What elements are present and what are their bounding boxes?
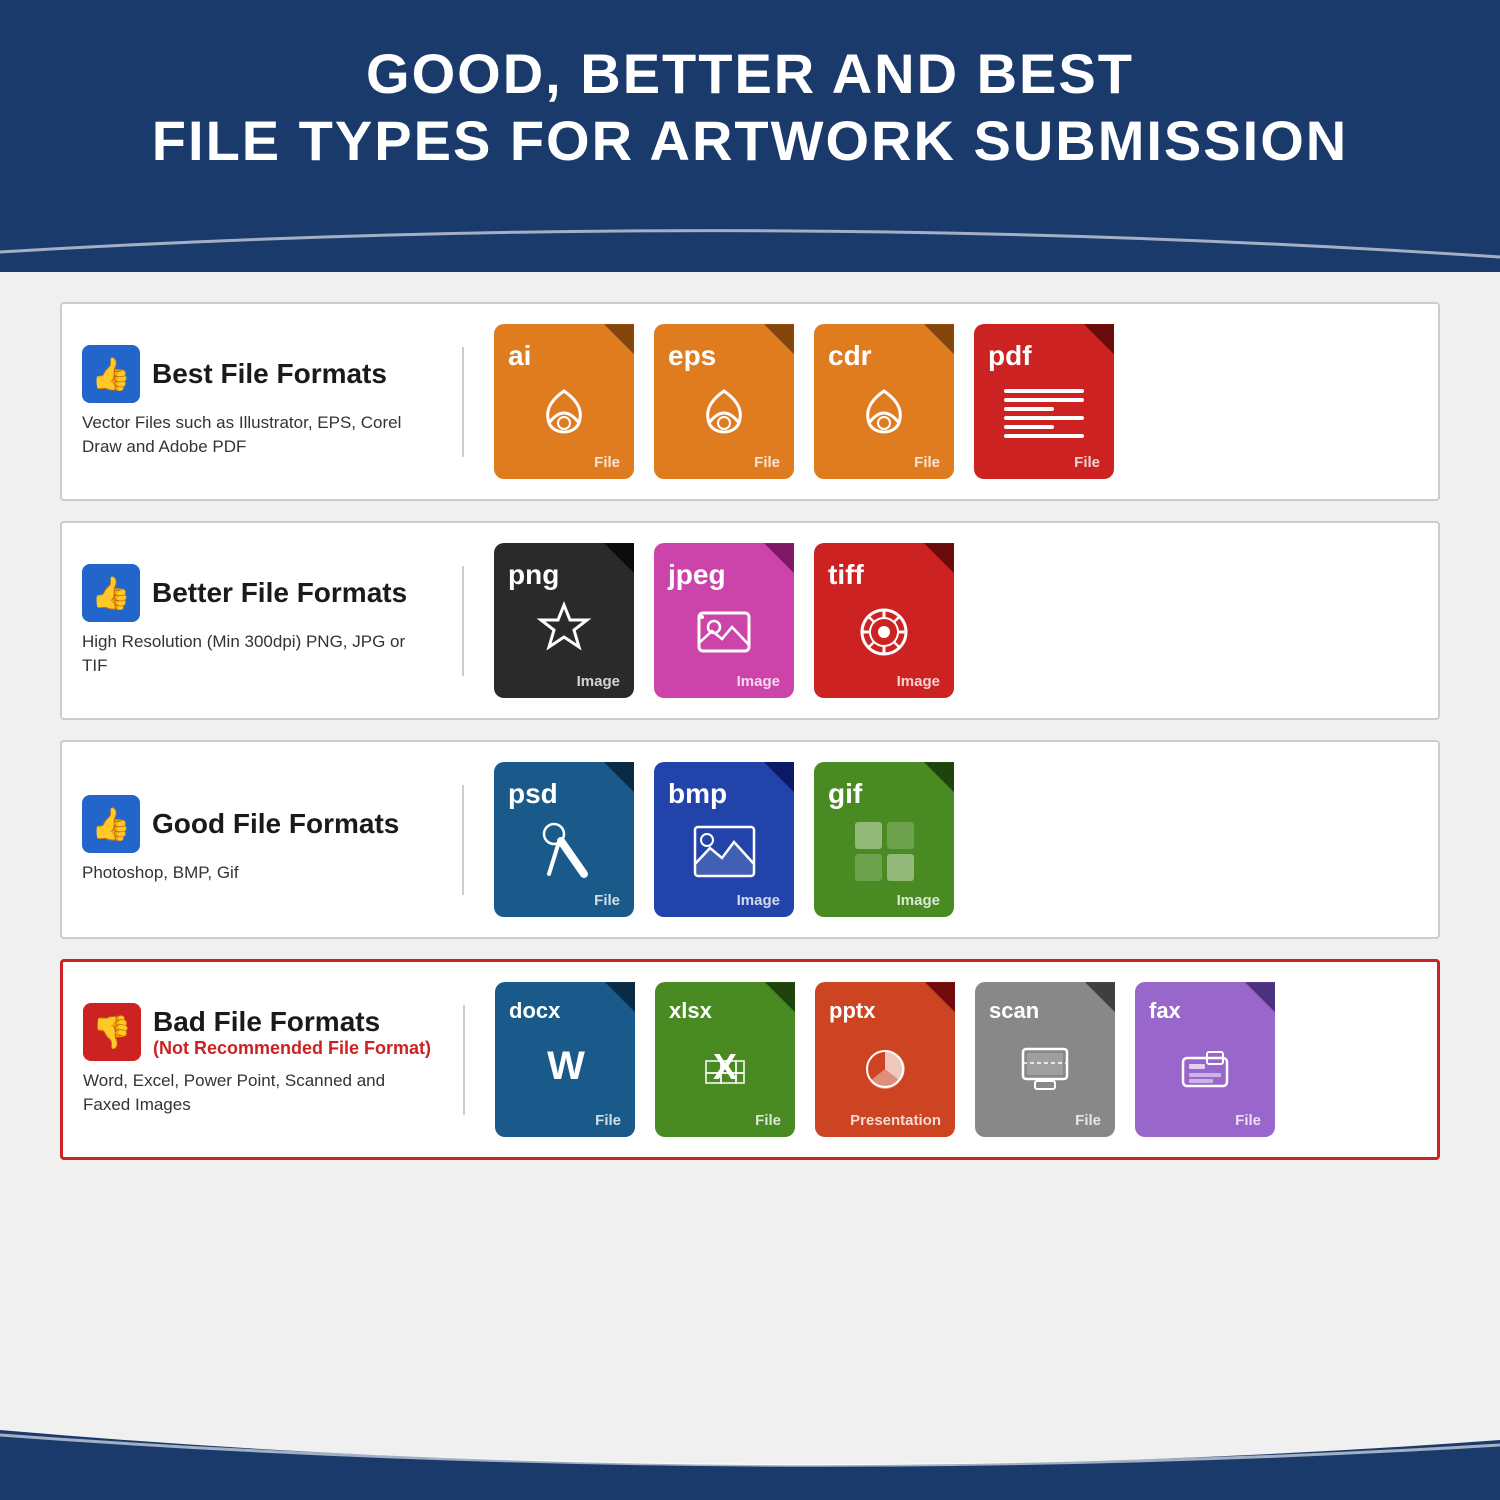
good-row-title: Good File Formats <box>152 808 399 840</box>
best-thumb-badge: 👍 <box>82 345 140 403</box>
bad-thumb-badge: 👎 <box>83 1003 141 1061</box>
bad-row-description: Word, Excel, Power Point, Scanned and Fa… <box>83 1069 433 1117</box>
better-row-title: Better File Formats <box>152 577 407 609</box>
bmp-file-icon: Bmp Image <box>654 762 794 917</box>
better-thumb-badge: 👍 <box>82 564 140 622</box>
cdr-graphic <box>854 372 914 454</box>
bad-files-container: docx W File xlsx <box>495 982 1417 1137</box>
png-graphic <box>532 591 597 673</box>
fax-file-icon: fax File <box>1135 982 1275 1137</box>
pptx-graphic <box>856 1024 914 1112</box>
jpeg-graphic <box>694 591 754 673</box>
docx-file-icon: docx W File <box>495 982 635 1137</box>
tiff-graphic <box>854 591 914 673</box>
png-file-icon: png Image <box>494 543 634 698</box>
good-row-description: Photoshop, BMP, Gif <box>82 861 432 885</box>
main-container: GOOD, BETTER AND BEST FILE TYPES FOR ART… <box>0 0 1500 1500</box>
title-line1: GOOD, BETTER AND BEST <box>366 42 1134 105</box>
xlsx-graphic: X <box>696 1024 754 1112</box>
best-row-description: Vector Files such as Illustrator, EPS, C… <box>82 411 432 459</box>
better-row: 👍 Better File Formats High Resolution (M… <box>60 521 1440 720</box>
pptx-file-icon: pptx Presentation <box>815 982 955 1137</box>
thumbs-up-icon-3: 👍 <box>91 805 131 843</box>
header-section: GOOD, BETTER AND BEST FILE TYPES FOR ART… <box>0 0 1500 204</box>
best-title-area: 👍 Best File Formats <box>82 345 432 403</box>
cdr-file-icon: cdr File <box>814 324 954 479</box>
bad-row-title: Bad File Formats <box>153 1006 380 1037</box>
gif-file-icon: Gif Image <box>814 762 954 917</box>
svg-text:W: W <box>547 1044 585 1088</box>
best-divider <box>462 347 464 457</box>
bad-title-text: Bad File Formats (Not Recommended File F… <box>153 1006 431 1059</box>
best-row-left: 👍 Best File Formats Vector Files such as… <box>82 345 462 459</box>
bad-row-left: 👎 Bad File Formats (Not Recommended File… <box>83 1003 463 1117</box>
scan-file-icon: scan File <box>975 982 1115 1137</box>
jpeg-file-icon: Jpeg Image <box>654 543 794 698</box>
bad-divider <box>463 1005 465 1115</box>
bottom-swoosh <box>0 1430 1500 1500</box>
inner-content: 👍 Best File Formats Vector Files such as… <box>0 272 1500 1430</box>
top-swoosh <box>0 202 1500 272</box>
eps-graphic <box>694 372 754 454</box>
good-title-area: 👍 Good File Formats <box>82 795 432 853</box>
bad-title-area: 👎 Bad File Formats (Not Recommended File… <box>83 1003 433 1061</box>
good-row-left: 👍 Good File Formats Photoshop, BMP, Gif <box>82 795 462 885</box>
best-files-container: ai File EPS File <box>494 324 1418 479</box>
ai-graphic <box>534 372 594 454</box>
bmp-graphic <box>692 810 757 892</box>
pdf-graphic <box>999 372 1089 454</box>
main-title: GOOD, BETTER AND BEST FILE TYPES FOR ART… <box>60 40 1440 174</box>
thumbs-down-icon: 👎 <box>92 1013 132 1051</box>
tiff-file-icon: tiff <box>814 543 954 698</box>
eps-file-icon: EPS File <box>654 324 794 479</box>
best-row-title: Best File Formats <box>152 358 387 390</box>
pdf-file-icon: Pdf File <box>974 324 1114 479</box>
best-row: 👍 Best File Formats Vector Files such as… <box>60 302 1440 501</box>
better-divider <box>462 566 464 676</box>
title-line2: FILE TYPES FOR ARTWORK SUBMISSION <box>152 109 1348 172</box>
bad-row: 👎 Bad File Formats (Not Recommended File… <box>60 959 1440 1160</box>
xlsx-file-icon: xlsx X File <box>655 982 795 1137</box>
gif-graphic <box>852 810 917 892</box>
bad-row-subtitle: (Not Recommended File Format) <box>153 1038 431 1058</box>
thumbs-up-icon-2: 👍 <box>91 574 131 612</box>
content-wrapper: 👍 Best File Formats Vector Files such as… <box>0 272 1500 1500</box>
good-divider <box>462 785 464 895</box>
psd-graphic <box>534 810 594 892</box>
scan-graphic <box>1015 1024 1075 1112</box>
docx-graphic: W <box>538 1024 593 1112</box>
good-thumb-badge: 👍 <box>82 795 140 853</box>
thumbs-up-icon: 👍 <box>91 355 131 393</box>
better-files-container: png Image Jpeg <box>494 543 1418 698</box>
better-title-area: 👍 Better File Formats <box>82 564 432 622</box>
svg-text:X: X <box>713 1046 737 1087</box>
better-row-description: High Resolution (Min 300dpi) PNG, JPG or… <box>82 630 432 678</box>
fax-graphic <box>1175 1024 1235 1112</box>
good-files-container: Psd File Bmp <box>494 762 1418 917</box>
ai-file-icon: ai File <box>494 324 634 479</box>
good-row: 👍 Good File Formats Photoshop, BMP, Gif … <box>60 740 1440 939</box>
better-row-left: 👍 Better File Formats High Resolution (M… <box>82 564 462 678</box>
psd-file-icon: Psd File <box>494 762 634 917</box>
